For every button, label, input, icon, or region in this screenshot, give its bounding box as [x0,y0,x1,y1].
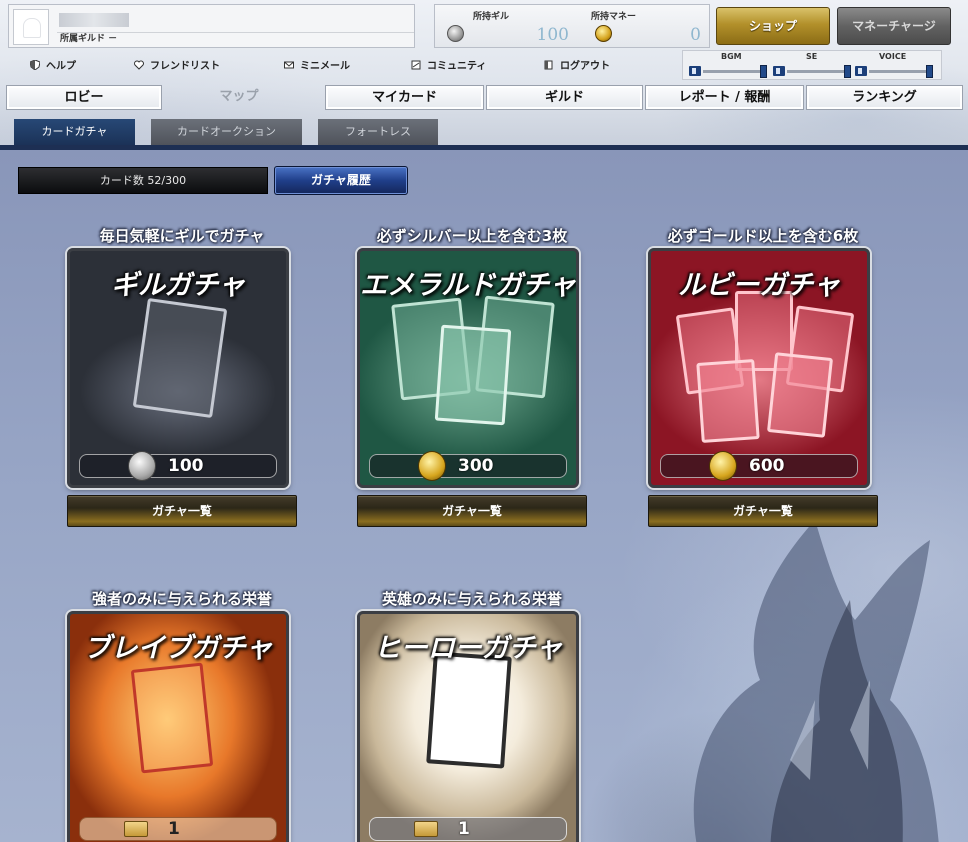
community-label: コミュニティ [427,61,487,72]
nav-tab-report-reward[interactable]: レポート / 報酬 [645,85,804,110]
gacha-tagline: 強者のみに与えられる栄誉 [91,590,272,608]
card-count-bar: カード数 52/300 [18,167,268,194]
card-illustration [426,651,512,769]
bgm-label: BGM [721,52,742,61]
bgm-speaker-icon[interactable] [689,66,701,76]
bgm-slider-knob[interactable] [760,65,767,78]
card-illustration [132,297,228,419]
mail-icon [284,61,294,68]
gacha-history-button[interactable]: ガチャ履歴 [274,166,408,195]
gacha-tagline: 必ずシルバー以上を含む3枚 [376,227,568,245]
gacha-price: 1 [168,819,180,839]
nav-tab-lobby[interactable]: ロビー [6,85,162,110]
card-illustration [766,352,834,438]
gold-coin-icon [709,451,737,481]
gold-coin-icon [418,451,446,481]
mini-mail-label: ミニメール [300,61,350,72]
logout-link[interactable]: ログアウト [544,57,610,72]
price-bar: 100 [79,451,277,481]
currency-panel: 所持ギル 100 所持マネー 0 [434,4,710,48]
money-charge-button[interactable]: マネーチャージ [837,7,951,45]
se-slider-knob[interactable] [844,65,851,78]
card-illustration [434,324,512,426]
gacha-tagline: 必ずゴールド以上を含む6枚 [667,227,859,245]
gil-value: 100 [536,25,569,45]
gacha-title: ブレイブガチャ [83,633,273,664]
ticket-icon [124,821,148,837]
tab-card-gacha[interactable]: カードガチャ [14,119,135,145]
card-illustration [130,662,214,774]
shop-button[interactable]: ショップ [716,7,830,45]
money-value: 0 [690,25,701,45]
price-bar: 300 [369,451,567,481]
voice-slider[interactable] [869,70,933,73]
gacha-price: 1 [458,819,470,839]
nav-tab-guild[interactable]: ギルド [486,85,643,110]
help-link[interactable]: ヘルプ [30,57,76,72]
gacha-title: エメラルドガチャ [360,270,576,301]
gacha-price: 600 [749,456,785,476]
gacha-content: カード数 52/300 ガチャ履歴 毎日気軽にギルでガチャ ギルガチャ 100 … [0,150,968,842]
gacha-tagline: 英雄のみに与えられる栄誉 [381,590,562,608]
se-slider[interactable] [787,70,851,73]
price-bar: 1 [79,817,277,841]
se-label: SE [806,52,818,61]
silver-coin-icon [447,25,464,42]
hero-gacha-card[interactable]: ヒーローガチャ 1 [357,611,579,842]
gacha-list-button[interactable]: ガチャ一覧 [357,495,587,527]
gil-label: 所持ギル [473,12,510,22]
voice-slider-knob[interactable] [926,65,933,78]
guild-label: 所属ギルド － [57,32,414,46]
money-label: 所持マネー [591,12,637,22]
player-name-redacted [59,13,129,27]
nav-tab-my-card[interactable]: マイカード [325,85,484,110]
silver-coin-icon [128,451,156,481]
profile-panel: 所属ギルド － [8,4,415,48]
monster-background-art [693,520,939,842]
ticket-icon [414,821,438,837]
gacha-title: ルビーガチャ [678,270,840,301]
nav-tab-ranking[interactable]: ランキング [806,85,963,110]
gacha-price: 300 [458,456,494,476]
top-header: 所属ギルド － 所持ギル 100 所持マネー 0 ショップ マネーチャージ ヘル… [0,0,968,145]
ruby-gacha-card[interactable]: ルビーガチャ 600 [648,248,870,488]
community-link[interactable]: コミュニティ [411,57,486,72]
heart-icon [134,60,144,70]
logout-icon [544,60,553,69]
voice-label: VOICE [879,52,907,61]
card-illustration [696,359,760,443]
nav-tab-map[interactable]: マップ [164,85,314,110]
bgm-slider[interactable] [703,70,767,73]
gil-gacha-card[interactable]: ギルガチャ 100 [67,248,289,488]
gacha-list-button[interactable]: ガチャ一覧 [67,495,297,527]
mini-mail-link[interactable]: ミニメール [284,57,350,72]
gacha-title: ヒーローガチャ [373,633,563,664]
tab-fortress[interactable]: フォートレス [318,119,438,145]
gacha-price: 100 [168,456,204,476]
price-bar: 1 [369,817,567,841]
se-speaker-icon[interactable] [773,66,785,76]
gold-coin-icon [595,25,612,42]
help-label: ヘルプ [46,61,76,72]
brave-gacha-card[interactable]: ブレイブガチャ 1 [67,611,289,842]
tab-card-auction[interactable]: カードオークション [151,119,302,145]
friend-list-link[interactable]: フレンドリスト [134,57,220,72]
audio-controls: BGM SE VOICE [682,50,942,80]
shield-icon [30,59,40,70]
gacha-list-button[interactable]: ガチャ一覧 [648,495,878,527]
friend-list-label: フレンドリスト [150,61,220,72]
gacha-title: ギルガチャ [111,270,245,301]
community-icon [411,60,421,69]
avatar[interactable] [13,9,49,45]
logout-label: ログアウト [560,61,610,72]
voice-speaker-icon[interactable] [855,66,867,76]
emerald-gacha-card[interactable]: エメラルドガチャ 300 [357,248,579,488]
price-bar: 600 [660,451,858,481]
gacha-tagline: 毎日気軽にギルでガチャ [99,227,265,245]
